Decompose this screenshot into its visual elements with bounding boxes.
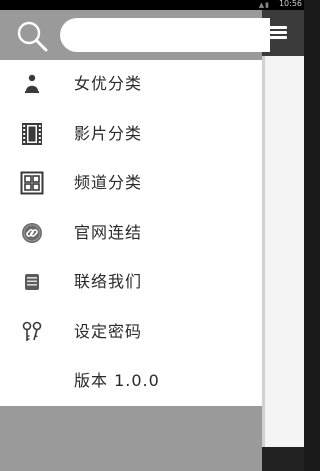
menu-label: 频道分类 (74, 173, 143, 192)
menu-item-film[interactable]: 影片分类 (0, 110, 262, 160)
menu-item-actress[interactable]: 女优分类 (0, 60, 262, 110)
menu-item-website[interactable]: 官网连结 (0, 209, 262, 259)
menu-label: 联络我们 (74, 272, 143, 291)
search-icon[interactable] (16, 20, 48, 52)
menu-label: 官网连结 (74, 222, 143, 242)
drawer-footer (0, 406, 262, 471)
content-edge (262, 56, 265, 471)
menu-item-version: 版本 1.0.0 (0, 357, 262, 407)
status-bar: ▲▮ 10:56 (0, 0, 304, 10)
message-icon (25, 274, 39, 290)
person-icon (25, 74, 39, 93)
film-strip-icon (22, 122, 42, 145)
link-icon (22, 222, 42, 243)
menu-item-contact[interactable]: 联络我们 (0, 258, 262, 308)
menu-item-channel[interactable]: 频道分类 (0, 159, 262, 209)
drawer-menu-list: 女优分类 影片分类 频道分类 官网连结 联络我们 设定密码 版本 1.0.0 (0, 60, 262, 407)
menu-label: 女优分类 (74, 74, 143, 93)
keys-icon (22, 321, 42, 341)
content-bottom-edge (262, 447, 304, 471)
status-time: 10:56 (278, 0, 302, 8)
drawer-header (0, 10, 270, 60)
main-content (262, 10, 304, 471)
menu-item-password[interactable]: 设定密码 (0, 308, 262, 358)
menu-label: 设定密码 (74, 321, 143, 341)
search-input[interactable] (60, 18, 270, 52)
status-icons: ▲▮ (258, 1, 270, 9)
grid-icon (20, 171, 44, 195)
navigation-drawer: 女优分类 影片分类 频道分类 官网连结 联络我们 设定密码 版本 1.0.0 (0, 10, 270, 471)
version-label: 版本 1.0.0 (74, 371, 160, 390)
menu-label: 影片分类 (74, 123, 143, 143)
